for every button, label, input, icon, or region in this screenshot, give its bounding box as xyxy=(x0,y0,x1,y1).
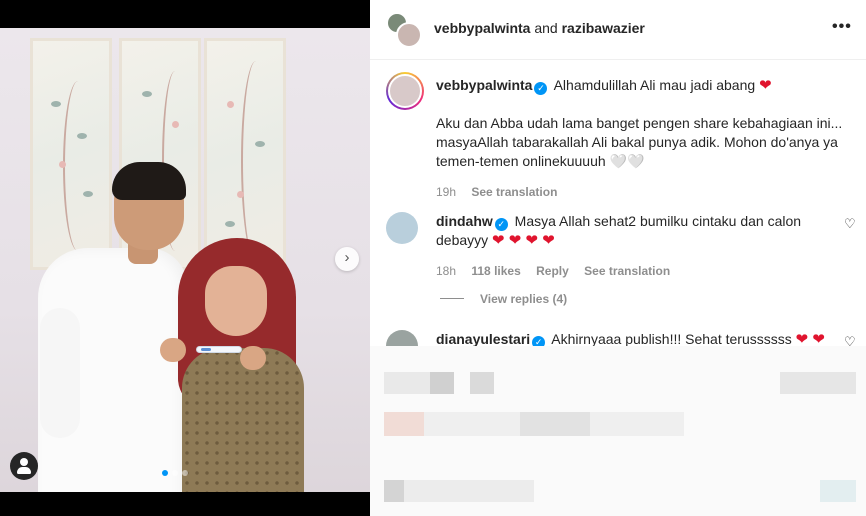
carousel-dot xyxy=(182,470,188,476)
post-header: vebbypalwinta and razibawazier ••• xyxy=(370,0,866,60)
tagged-users-button[interactable] xyxy=(10,452,38,480)
comment-username[interactable]: dianayulestari xyxy=(436,331,530,347)
carousel-dot xyxy=(162,470,168,476)
post-media-pane: › xyxy=(0,0,370,516)
comment-likes[interactable]: 118 likes xyxy=(471,264,520,278)
like-comment-button[interactable]: ♡ xyxy=(844,216,856,232)
carousel-indicator xyxy=(162,470,188,476)
caption-username[interactable]: vebbypalwinta xyxy=(436,77,532,93)
man-hand xyxy=(160,338,186,362)
pixelated-censored-area xyxy=(370,346,866,516)
caption-text: Aku dan Abba udah lama banget pengen sha… xyxy=(436,115,843,169)
comment-time[interactable]: 18h xyxy=(436,264,456,278)
post-authors: vebbypalwinta and razibawazier xyxy=(434,20,645,36)
woman-face xyxy=(205,266,267,336)
pregnancy-test xyxy=(196,346,242,353)
avatar[interactable] xyxy=(386,212,418,244)
carousel-next-button[interactable]: › xyxy=(335,247,359,271)
see-translation-link[interactable]: See translation xyxy=(584,264,670,278)
heart-emojis: ❤ ❤ ❤ ❤ xyxy=(492,232,555,249)
avatar xyxy=(396,22,422,48)
heart-emoji: ❤ xyxy=(759,77,772,94)
woman-dress xyxy=(182,348,304,492)
carousel-dot xyxy=(172,470,178,476)
chevron-right-icon: › xyxy=(344,249,350,266)
woman-hand xyxy=(240,346,266,370)
owner-username[interactable]: vebbypalwinta xyxy=(434,20,530,36)
man-hair xyxy=(112,162,186,200)
wall-art-panel xyxy=(204,38,286,270)
more-options-button[interactable]: ••• xyxy=(832,18,852,36)
authors-joiner: and xyxy=(534,20,558,36)
caption-headline: Alhamdulillah Ali mau jadi abang xyxy=(553,77,756,93)
collab-avatars[interactable] xyxy=(386,12,422,48)
caption-avatar[interactable] xyxy=(386,72,424,110)
see-translation-link[interactable]: See translation xyxy=(471,185,557,199)
wall-art-panel xyxy=(30,38,112,270)
post-photo[interactable] xyxy=(0,28,370,492)
comment-username[interactable]: dindahw xyxy=(436,213,493,229)
verified-badge-icon: ✓ xyxy=(494,218,508,231)
post-sidebar: vebbypalwinta and razibawazier ••• vebby… xyxy=(370,0,866,516)
verified-badge-icon: ✓ xyxy=(534,82,548,95)
view-replies-button[interactable]: View replies (4) xyxy=(440,292,567,306)
comment-text: Akhirnyaaa publish!!! Sehat terussssss xyxy=(551,331,792,347)
reply-button[interactable]: Reply xyxy=(536,264,569,278)
caption-time[interactable]: 19h xyxy=(436,185,456,199)
heart-outline-icon: ♡ xyxy=(844,216,856,231)
more-horizontal-icon: ••• xyxy=(832,18,852,35)
man-arm xyxy=(40,308,80,438)
collaborator-username[interactable]: razibawazier xyxy=(562,20,645,36)
